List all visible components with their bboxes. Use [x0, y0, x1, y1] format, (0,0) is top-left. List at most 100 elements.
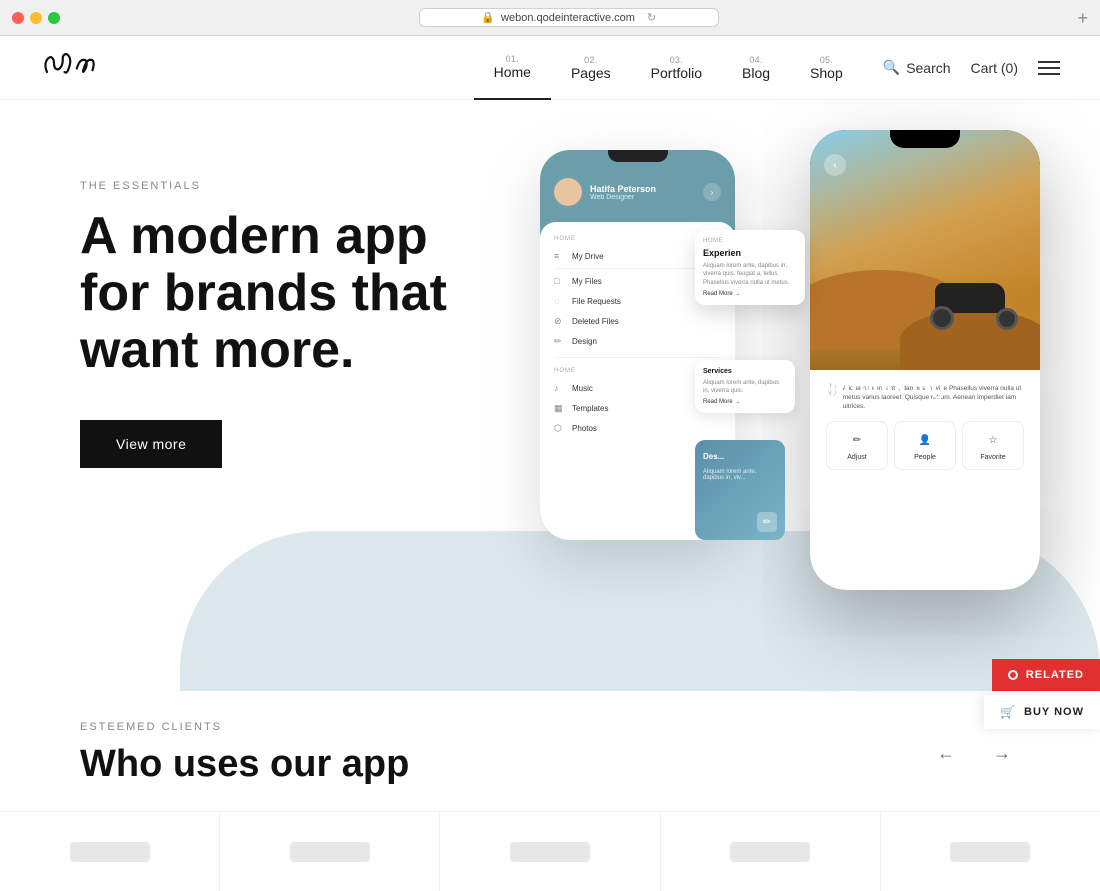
- templates-icon: ▦: [554, 403, 564, 413]
- url-text: webon.qodeinteractive.com: [501, 12, 635, 24]
- phone-notch-large: [890, 130, 960, 148]
- phone-mockups-container: Hatifa Peterson Web Designer › Home ≡ My…: [540, 130, 1040, 630]
- url-bar[interactable]: 🔒 webon.qodeinteractive.com ↻: [419, 8, 719, 27]
- reload-icon[interactable]: ↻: [647, 11, 656, 24]
- nav-label-blog: Blog: [742, 65, 770, 81]
- carousel-arrows: ← →: [928, 735, 1020, 771]
- hero-content: THE ESSENTIALS A modern app for brands t…: [80, 180, 500, 468]
- adjust-label: Adjust: [847, 454, 866, 461]
- atv-rear-wheel: [930, 306, 954, 330]
- browser-chrome: 🔒 webon.qodeinteractive.com ↻ +: [0, 0, 1100, 36]
- adjust-icon: ✏: [847, 430, 867, 450]
- action-button-adjust[interactable]: ✏ Adjust: [826, 421, 888, 470]
- sidebar-label-music: Music: [572, 384, 593, 393]
- favorite-icon: ☆: [983, 430, 1003, 450]
- close-button[interactable]: [12, 12, 24, 24]
- nav-item-pages[interactable]: 02. Pages: [551, 36, 631, 100]
- phone-design-panel: Des... Aliquam lorem ante, dapibus in, v…: [695, 440, 785, 540]
- phone-nav-left-icon: ‹: [824, 154, 846, 176]
- menu-line-2: [1038, 67, 1060, 69]
- phone-hero-image: ‹: [810, 130, 1040, 390]
- phone-experience-panel: Home Experien Aliquam lorem ante, dapibu…: [695, 230, 805, 305]
- clients-eyebrow: ESTEEMED CLIENTS: [80, 721, 1020, 733]
- nav-label-portfolio: Portfolio: [651, 65, 702, 81]
- atv-front-wheel: [996, 308, 1018, 330]
- client-logos-row: [0, 811, 1100, 891]
- address-bar: 🔒 webon.qodeinteractive.com ↻: [108, 8, 1029, 27]
- photos-icon: ⬡: [554, 423, 564, 433]
- design-panel-icon: ✏: [757, 512, 777, 532]
- sidebar-item-design: ✏ Design: [540, 331, 735, 351]
- maximize-button[interactable]: [48, 12, 60, 24]
- website-content: 01. Home 02. Pages 03. Portfolio 04. Blo…: [0, 36, 1100, 891]
- hero-section: THE ESSENTIALS A modern app for brands t…: [0, 100, 1100, 891]
- clients-section: ESTEEMED CLIENTS Who uses our app ← →: [0, 691, 1100, 891]
- menu-line-3: [1038, 73, 1060, 75]
- lock-icon: 🔒: [481, 11, 495, 24]
- sidebar-label-file-requests: File Requests: [572, 297, 621, 306]
- main-nav: 01. Home 02. Pages 03. Portfolio 04. Blo…: [0, 36, 1100, 100]
- sidebar-label-design: Design: [572, 337, 597, 346]
- services-read-more-link[interactable]: Read More →: [703, 399, 787, 405]
- logo-svg: [40, 50, 110, 80]
- hamburger-menu-button[interactable]: [1038, 61, 1060, 75]
- prev-arrow-button[interactable]: ←: [928, 735, 964, 771]
- action-button-people[interactable]: 👤 People: [894, 421, 956, 470]
- cart-icon: 🛒: [1000, 705, 1016, 719]
- search-button[interactable]: 🔍 Search: [883, 59, 951, 76]
- cart-button[interactable]: Cart (0): [971, 60, 1018, 76]
- nav-num-shop: 05.: [820, 55, 833, 65]
- related-button[interactable]: RELATED: [992, 659, 1100, 691]
- design-panel-text: Aliquam lorem ante, dapibus in, viv...: [695, 469, 785, 481]
- new-tab-button[interactable]: +: [1077, 9, 1088, 27]
- design-icon: ✏: [554, 336, 564, 346]
- atv-vehicle: [930, 275, 1020, 330]
- nav-label-shop: Shop: [810, 65, 843, 81]
- nav-label-home: Home: [494, 64, 531, 80]
- panel-read-more-link[interactable]: Read More →: [703, 291, 797, 297]
- client-logo-5: [881, 812, 1100, 891]
- related-icon: [1008, 670, 1018, 680]
- buy-label: BUY NOW: [1024, 706, 1084, 718]
- buy-now-button[interactable]: 🛒 BUY NOW: [984, 695, 1100, 729]
- favorite-label: Favorite: [980, 454, 1005, 461]
- phone-nav-right-icon: ›: [703, 183, 721, 201]
- client-logo-4: [661, 812, 881, 891]
- people-label: People: [914, 454, 936, 461]
- sidebar-label-photos: Photos: [572, 424, 597, 433]
- logo-placeholder-4: [730, 842, 810, 862]
- nav-label-pages: Pages: [571, 65, 611, 81]
- phone-mockup-car: ‹ Introducing The App Aliquam lorem ante…: [810, 130, 1040, 590]
- music-icon: ♪: [554, 383, 564, 393]
- hero-title: A modern app for brands that want more.: [80, 208, 500, 380]
- nav-num-blog: 04.: [749, 55, 762, 65]
- avatar: [554, 178, 582, 206]
- clients-title: Who uses our app: [80, 743, 1020, 786]
- minimize-button[interactable]: [30, 12, 42, 24]
- nav-item-home[interactable]: 01. Home: [474, 36, 551, 100]
- profile-role: Web Designer: [590, 194, 656, 201]
- panel-text-experience: Aliquam lorem ante, dapibus in, viverra …: [703, 262, 797, 287]
- nav-item-blog[interactable]: 04. Blog: [722, 36, 790, 100]
- nav-item-portfolio[interactable]: 03. Portfolio: [631, 36, 722, 100]
- logo-placeholder-2: [290, 842, 370, 862]
- design-panel-label: Des...: [695, 444, 785, 469]
- action-button-favorite[interactable]: ☆ Favorite: [962, 421, 1024, 470]
- files-icon: □: [554, 276, 564, 286]
- next-arrow-button[interactable]: →: [984, 735, 1020, 771]
- panel-label-home: Home: [703, 238, 797, 244]
- nav-item-shop[interactable]: 05. Shop: [790, 36, 863, 100]
- client-logo-1: [0, 812, 220, 891]
- client-logo-3: [440, 812, 660, 891]
- panel-title-experience: Experien: [703, 248, 797, 258]
- nav-num-portfolio: 03.: [670, 55, 683, 65]
- sidebar-label-my-files: My Files: [572, 277, 602, 286]
- view-more-button[interactable]: View more: [80, 420, 222, 468]
- nav-links: 01. Home 02. Pages 03. Portfolio 04. Blo…: [474, 36, 863, 100]
- nav-num-pages: 02.: [584, 55, 597, 65]
- drive-icon: ≡: [554, 251, 564, 261]
- profile-info: Hatifa Peterson Web Designer: [590, 184, 656, 201]
- logo[interactable]: [40, 50, 110, 85]
- profile-name: Hatifa Peterson: [590, 184, 656, 194]
- logo-placeholder-3: [510, 842, 590, 862]
